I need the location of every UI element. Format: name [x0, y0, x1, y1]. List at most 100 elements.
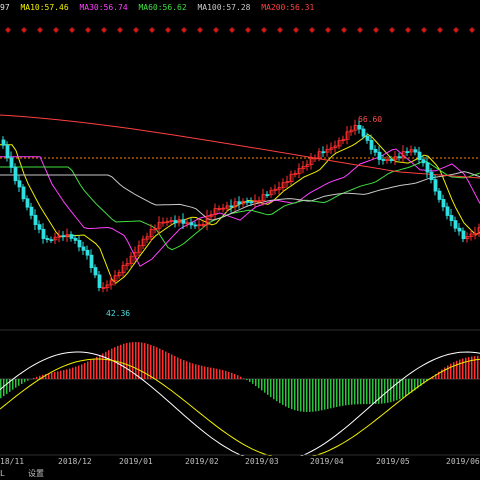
- candlestick-chart[interactable]: [0, 0, 480, 456]
- macd-bar: [24, 379, 26, 383]
- indicator-tab[interactable]: L: [0, 468, 5, 480]
- candle-body: [193, 224, 198, 227]
- macd-bar: [111, 348, 113, 379]
- candle-body: [457, 227, 462, 232]
- event-marker: [389, 27, 395, 33]
- macd-bar: [228, 371, 230, 379]
- candle-body: [389, 159, 394, 161]
- date-tick: 2019/06: [446, 457, 480, 466]
- candle-body: [449, 215, 454, 221]
- macd-bar: [363, 379, 365, 405]
- candle-body: [421, 159, 426, 164]
- macd-bar: [294, 379, 296, 411]
- event-marker: [85, 27, 91, 33]
- macd-bar: [372, 379, 374, 405]
- macd-bar: [321, 379, 323, 411]
- event-marker: [181, 27, 187, 33]
- event-marker: [373, 27, 379, 33]
- macd-bar: [447, 365, 449, 379]
- macd-bar: [81, 364, 83, 379]
- event-marker: [165, 27, 171, 33]
- candle-body: [433, 179, 438, 192]
- event-marker: [469, 27, 475, 33]
- candle-body: [373, 148, 378, 153]
- macd-bar: [369, 379, 371, 405]
- event-marker: [245, 27, 251, 33]
- macd-bar: [465, 357, 467, 379]
- candle-body: [21, 186, 26, 200]
- event-marker: [341, 27, 347, 33]
- macd-bar: [396, 379, 398, 401]
- macd-bar: [108, 350, 110, 379]
- settings-button[interactable]: 设置: [28, 468, 44, 480]
- candle-body: [29, 206, 34, 216]
- macd-bar: [345, 379, 347, 406]
- macd-bar: [105, 351, 107, 379]
- macd-bar: [60, 370, 62, 379]
- candle-body: [377, 151, 382, 160]
- macd-bar: [147, 343, 149, 379]
- candle-body: [69, 234, 74, 239]
- macd-bar: [453, 362, 455, 379]
- macd-bar: [324, 379, 326, 410]
- candle-body: [25, 198, 30, 208]
- macd-bar: [405, 379, 407, 397]
- macd-bar: [462, 358, 464, 379]
- macd-bar: [183, 360, 185, 379]
- event-marker: [421, 27, 427, 33]
- candle-body: [461, 230, 466, 240]
- macd-bar: [339, 379, 341, 407]
- macd-bar: [18, 379, 20, 386]
- macd-bar: [123, 343, 125, 379]
- event-marker: [309, 27, 315, 33]
- macd-bar: [33, 377, 35, 379]
- event-marker: [69, 27, 75, 33]
- macd-bar: [282, 379, 284, 405]
- macd-bar: [258, 379, 260, 389]
- macd-bar: [342, 379, 344, 406]
- macd-bar: [303, 379, 305, 412]
- event-marker: [277, 27, 283, 33]
- macd-bar: [225, 370, 227, 379]
- high-price-label: 66.60: [358, 115, 383, 124]
- candle-body: [81, 246, 86, 251]
- macd-bar: [162, 350, 164, 379]
- macd-bar: [354, 379, 356, 405]
- macd-bar: [270, 379, 272, 398]
- macd-bar: [300, 379, 302, 412]
- date-tick: 2019/01: [119, 457, 153, 466]
- macd-bar: [255, 379, 257, 387]
- macd-bar: [219, 369, 221, 379]
- event-marker: [261, 27, 267, 33]
- macd-bar: [207, 367, 209, 379]
- macd-bar: [240, 376, 242, 379]
- macd-bar: [285, 379, 287, 407]
- candle-body: [429, 171, 434, 180]
- candle-body: [413, 149, 418, 153]
- macd-bar: [150, 344, 152, 379]
- macd-bar: [114, 347, 116, 379]
- macd-bar: [333, 379, 335, 408]
- macd-bar: [312, 379, 314, 412]
- event-marker: [117, 27, 123, 33]
- event-markers: [5, 27, 475, 33]
- candle-body: [249, 201, 254, 204]
- macd-bar: [36, 376, 38, 379]
- macd-bar: [84, 363, 86, 379]
- macd-bar: [12, 379, 14, 390]
- candle-body: [189, 222, 194, 226]
- macd-bar: [222, 370, 224, 379]
- macd-bar: [174, 356, 176, 379]
- ma200-line: [0, 114, 480, 179]
- macd-bar: [261, 379, 263, 391]
- macd-bar: [381, 379, 383, 404]
- macd-bar: [3, 379, 5, 397]
- macd-bar: [456, 360, 458, 379]
- event-marker: [213, 27, 219, 33]
- candle-body: [181, 219, 186, 224]
- macd-bar: [315, 379, 317, 412]
- macd-bar: [189, 362, 191, 379]
- macd-bar: [375, 379, 377, 405]
- date-tick: 18/11: [0, 457, 25, 466]
- event-marker: [293, 27, 299, 33]
